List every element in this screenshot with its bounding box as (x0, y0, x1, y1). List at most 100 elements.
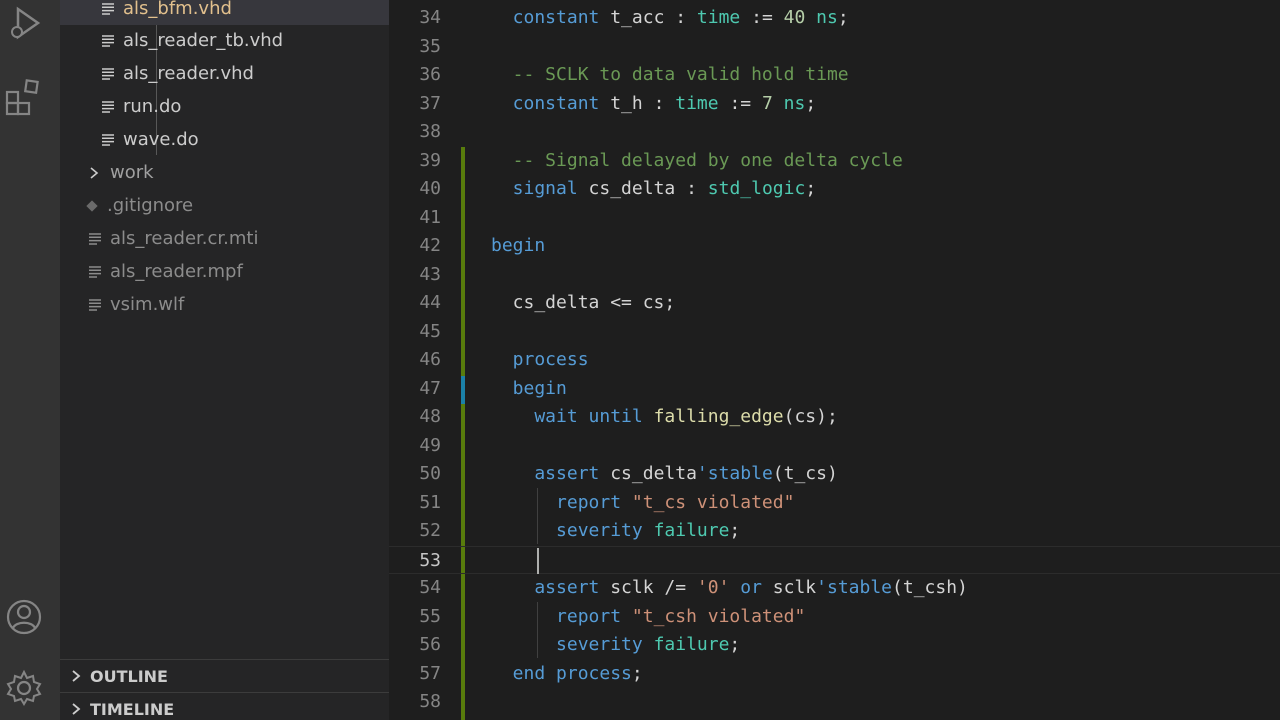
code-text: -- SCLK to data valid hold time (491, 61, 849, 90)
code-token: failure (653, 634, 730, 655)
line-number: 51 (419, 491, 441, 513)
code-line[interactable]: 34 constant t_acc : time := 40 ns; (389, 4, 1280, 33)
file-label: wave.do (123, 129, 199, 150)
file-item-als-reader[interactable]: als_reader.vhd (60, 57, 389, 90)
line-number: 56 (419, 634, 441, 655)
line-number: 53 (419, 549, 441, 571)
code-token: std_logic (707, 178, 806, 199)
file-label: .gitignore (107, 195, 194, 216)
file-label: vsim.wlf (110, 294, 185, 315)
code-line[interactable]: 54 assert sclk /= '0' or sclk'stable(t_c… (389, 574, 1280, 603)
code-line[interactable]: 47 begin (389, 375, 1280, 404)
code-token: time (675, 92, 719, 114)
code-token: t_acc : (610, 7, 697, 28)
line-number: 49 (419, 434, 441, 456)
text-cursor (537, 547, 539, 574)
code-token: (t_csh) (892, 577, 968, 598)
code-token: (cs); (783, 406, 838, 427)
manage-gear-icon[interactable] (4, 668, 44, 708)
code-token: cs_delta : (588, 178, 708, 199)
file-item-run-do[interactable]: run.do (60, 90, 389, 123)
code-token: wait until (491, 406, 654, 427)
chevron-right-icon (90, 166, 99, 179)
code-editor[interactable]: 34 constant t_acc : time := 40 ns; 35 36 -… (389, 0, 1280, 720)
file-item-als-reader-cr-mti[interactable]: als_reader.cr.mti (60, 222, 389, 255)
code-token: constant (491, 92, 611, 114)
run-debug-icon[interactable] (4, 3, 44, 43)
line-number: 58 (419, 691, 441, 712)
extensions-icon[interactable] (4, 76, 44, 116)
code-line[interactable]: 41 (389, 204, 1280, 233)
code-line[interactable]: 55 report "t_csh violated" (389, 603, 1280, 632)
code-line[interactable]: 42 begin (389, 232, 1280, 261)
code-token: falling_edge (653, 406, 784, 427)
code-line[interactable]: 49 (389, 432, 1280, 461)
file-item-als-reader-tb[interactable]: als_reader_tb.vhd (60, 24, 389, 57)
lines-icon (89, 298, 101, 311)
outline-section-header[interactable]: OUTLINE (60, 659, 389, 692)
file-item-als-reader-mpf[interactable]: als_reader.mpf (60, 255, 389, 288)
code-line[interactable]: 44 cs_delta <= cs; (389, 289, 1280, 318)
file-label: als_reader.mpf (110, 261, 243, 282)
code-text: wait until falling_edge(cs); (491, 403, 838, 432)
code-line[interactable]: 46 process (389, 346, 1280, 375)
code-line[interactable]: 39 -- Signal delayed by one delta cycle (389, 147, 1280, 176)
file-item-gitignore[interactable]: .gitignore (60, 189, 389, 222)
line-number: 39 (419, 149, 441, 171)
code-line[interactable]: 56 severity failure; (389, 631, 1280, 660)
line-number: 54 (419, 577, 441, 598)
lines-icon (102, 133, 114, 146)
code-token: := (718, 92, 762, 114)
code-token: := (740, 7, 784, 28)
line-number: 48 (419, 406, 441, 427)
code-line[interactable]: 45 (389, 318, 1280, 347)
code-line[interactable]: 53 (389, 545, 1280, 574)
code-line[interactable]: 50 assert cs_delta'stable(t_cs) (389, 460, 1280, 489)
code-line[interactable]: 43 (389, 261, 1280, 290)
code-line[interactable]: 36 -- SCLK to data valid hold time (389, 61, 1280, 90)
file-label: als_reader.cr.mti (110, 228, 259, 249)
code-line[interactable]: 58 (389, 688, 1280, 717)
line-number: 52 (419, 520, 441, 541)
line-number: 35 (419, 35, 441, 57)
lines-icon (102, 34, 114, 47)
code-line[interactable]: 52 severity failure; (389, 517, 1280, 546)
file-label: als_reader.vhd (123, 63, 254, 84)
file-item-vsim-wlf[interactable]: vsim.wlf (60, 288, 389, 321)
line-number: 41 (419, 206, 441, 228)
line-number: 50 (419, 463, 441, 484)
code-line[interactable]: 51 report "t_cs violated" (389, 489, 1280, 518)
code-text: constant t_h : time := 7 ns; (491, 90, 817, 119)
code-token: assert (491, 463, 611, 484)
code-line[interactable]: 35 (389, 33, 1280, 62)
line-number: 55 (419, 605, 441, 627)
file-item-als-bfm[interactable]: als_bfm.vhd M (60, 0, 389, 25)
code-line[interactable]: 38 (389, 118, 1280, 147)
code-line[interactable]: 48 wait until falling_edge(cs); (389, 403, 1280, 432)
code-token: cs_delta (610, 463, 697, 484)
code-text: signal cs_delta : std_logic; (491, 175, 816, 204)
code-text: process (491, 346, 589, 375)
file-item-wave-do[interactable]: wave.do (60, 123, 389, 156)
code-text: report "t_cs violated" (491, 489, 794, 518)
code-line[interactable]: 40 signal cs_delta : std_logic; (389, 175, 1280, 204)
code-text: severity failure; (491, 631, 740, 660)
code-token: 'stable (816, 577, 893, 598)
accounts-icon[interactable] (4, 597, 44, 637)
code-token: assert (491, 577, 611, 598)
code-token: "t_cs violated" (631, 491, 795, 513)
line-number: 42 (419, 235, 441, 256)
line-number: 40 (419, 178, 441, 199)
lines-icon (89, 265, 101, 278)
folder-item-work[interactable]: work (60, 156, 389, 189)
activity-bar (0, 0, 60, 720)
code-text: end process; (491, 660, 643, 689)
code-token: failure (653, 520, 730, 541)
code-line[interactable]: 57 end process; (389, 660, 1280, 689)
file-label: als_reader_tb.vhd (123, 30, 284, 51)
code-line[interactable]: 37 constant t_h : time := 7 ns; (389, 90, 1280, 119)
explorer-sidebar: als_bfm.vhd M als_reader_tb.vhd als_read… (60, 0, 389, 720)
timeline-section-header[interactable]: TIMELINE (60, 692, 389, 720)
line-number: 36 (419, 64, 441, 85)
code-token: t_h : (610, 92, 676, 114)
